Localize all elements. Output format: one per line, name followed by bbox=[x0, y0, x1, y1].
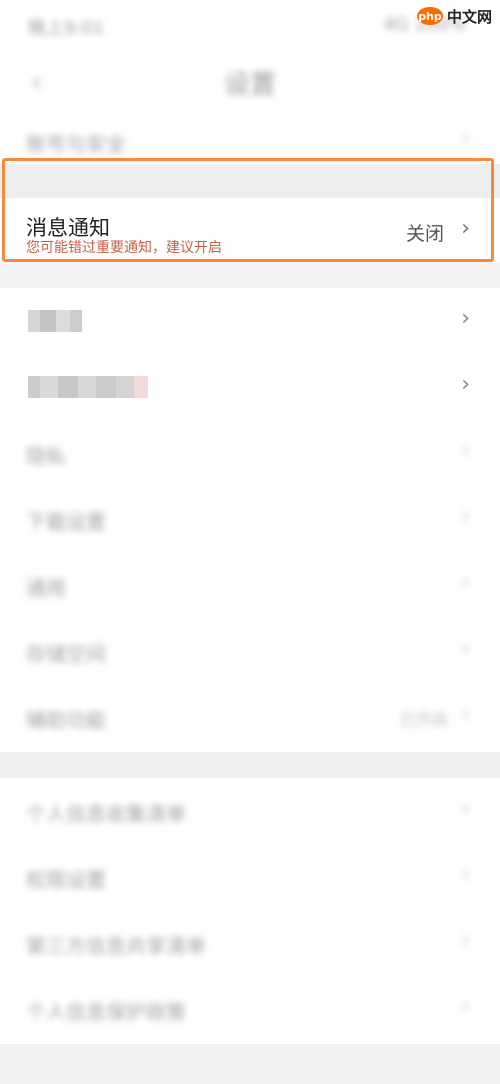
redacted-label bbox=[28, 310, 82, 332]
settings-item-accessibility[interactable]: 辅助功能 已开启 › bbox=[0, 684, 500, 750]
php-logo: php bbox=[416, 7, 443, 25]
settings-item-label: 下载设置 bbox=[26, 510, 106, 534]
chevron-right-icon: › bbox=[461, 994, 470, 1019]
chevron-right-icon: › bbox=[461, 504, 470, 529]
settings-item-general[interactable]: 通用 › bbox=[0, 552, 500, 618]
settings-item-redacted-1[interactable]: › bbox=[0, 288, 500, 354]
settings-section-1: › › 隐私 › 下载设置 › 通用 › 存储空间 › 辅助功能 已开启 › bbox=[0, 288, 500, 752]
chevron-right-icon: › bbox=[461, 702, 470, 727]
settings-item-value: 已开启 bbox=[399, 710, 448, 729]
chevron-right-icon: › bbox=[461, 372, 470, 397]
settings-item-info-list[interactable]: 个人信息收集清单 › bbox=[0, 778, 500, 844]
settings-item-label: 第三方信息共享清单 bbox=[26, 934, 206, 958]
chevron-right-icon: › bbox=[461, 636, 470, 661]
chevron-right-icon: › bbox=[461, 862, 470, 887]
settings-item-account[interactable]: 账号与安全 › bbox=[0, 114, 500, 164]
chevron-right-icon: › bbox=[461, 570, 470, 595]
watermark-text: 中文网 bbox=[446, 7, 492, 26]
settings-item-third-party[interactable]: 第三方信息共享清单 › bbox=[0, 910, 500, 976]
chevron-right-icon: › bbox=[461, 126, 470, 151]
settings-item-label: 辅助功能 bbox=[26, 708, 106, 732]
settings-item-label: 隐私 bbox=[26, 444, 66, 468]
settings-item-label: 账号与安全 bbox=[26, 132, 126, 156]
highlight-box bbox=[2, 158, 494, 262]
settings-item-label: 个人信息收集清单 bbox=[26, 802, 186, 826]
settings-item-download[interactable]: 下载设置 › bbox=[0, 486, 500, 552]
page-header: ‹ 设置 bbox=[0, 50, 500, 114]
settings-item-label: 存储空间 bbox=[26, 642, 106, 666]
settings-item-label: 个人信息保护政策 bbox=[26, 1000, 186, 1024]
chevron-right-icon: › bbox=[461, 928, 470, 953]
page-title: 设置 bbox=[223, 70, 276, 100]
site-watermark: php 中文网 bbox=[416, 4, 492, 28]
page-bottom bbox=[0, 1044, 500, 1084]
redacted-label bbox=[28, 376, 148, 398]
status-time: 晚上9:01 bbox=[28, 18, 105, 39]
chevron-right-icon: › bbox=[461, 438, 470, 463]
chevron-right-icon: › bbox=[461, 796, 470, 821]
settings-item-privacy[interactable]: 隐私 › bbox=[0, 420, 500, 486]
section-divider bbox=[0, 262, 500, 288]
settings-item-privacy-policy[interactable]: 个人信息保护政策 › bbox=[0, 976, 500, 1042]
settings-item-redacted-2[interactable]: › bbox=[0, 354, 500, 420]
settings-section-2: 个人信息收集清单 › 权限设置 › 第三方信息共享清单 › 个人信息保护政策 › bbox=[0, 778, 500, 1044]
section-divider bbox=[0, 752, 500, 778]
settings-item-label: 权限设置 bbox=[26, 868, 106, 892]
settings-item-storage[interactable]: 存储空间 › bbox=[0, 618, 500, 684]
settings-item-permissions[interactable]: 权限设置 › bbox=[0, 844, 500, 910]
chevron-right-icon: › bbox=[461, 306, 470, 331]
settings-item-label: 通用 bbox=[26, 576, 66, 600]
